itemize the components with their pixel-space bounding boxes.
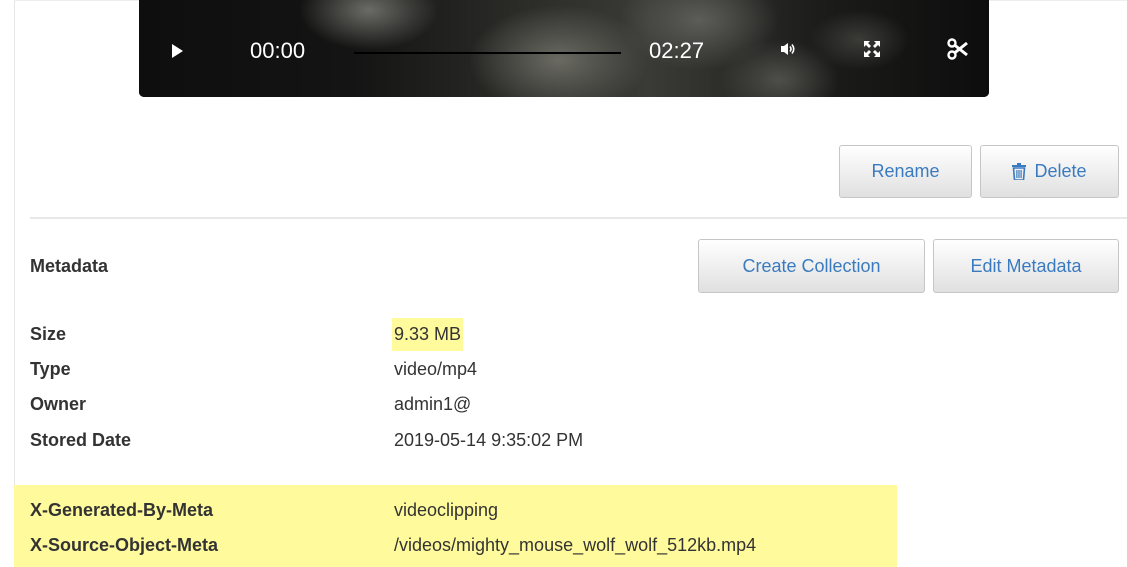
video-player[interactable]: 00:00 02:27 bbox=[139, 0, 989, 97]
metadata-value: video/mp4 bbox=[394, 359, 478, 379]
current-time: 00:00 bbox=[250, 38, 306, 63]
fullscreen-icon[interactable] bbox=[863, 40, 881, 58]
metadata-label: X-Generated-By-Meta bbox=[30, 500, 214, 520]
volume-icon[interactable] bbox=[779, 40, 797, 58]
metadata-row-source-object: X-Source-Object-Meta /videos/mighty_mous… bbox=[30, 529, 1030, 562]
edit-metadata-button[interactable]: Edit Metadata bbox=[933, 239, 1119, 293]
metadata-row-stored-date: Stored Date 2019-05-14 9:35:02 PM bbox=[30, 424, 1030, 457]
metadata-row-generated-by: X-Generated-By-Meta videoclipping bbox=[30, 494, 1030, 527]
metadata-value: videoclipping bbox=[394, 500, 499, 520]
delete-label: Delete bbox=[1034, 161, 1087, 181]
metadata-row-type: Type video/mp4 bbox=[30, 353, 1030, 386]
play-icon[interactable] bbox=[172, 44, 183, 58]
metadata-row-size: Size 9.33 MB bbox=[30, 318, 1030, 351]
create-collection-button[interactable]: Create Collection bbox=[698, 239, 925, 293]
metadata-value: 2019-05-14 9:35:02 PM bbox=[394, 430, 584, 450]
metadata-label: Stored Date bbox=[30, 430, 132, 450]
player-controls: 00:00 02:27 bbox=[139, 0, 989, 97]
metadata-row-owner: Owner admin1@ bbox=[30, 388, 1030, 421]
seek-bar[interactable] bbox=[354, 52, 621, 54]
section-divider bbox=[30, 217, 1127, 219]
metadata-label: Type bbox=[30, 359, 71, 379]
metadata-label: Size bbox=[30, 324, 67, 344]
trash-icon bbox=[1012, 163, 1027, 181]
metadata-label: Owner bbox=[30, 394, 87, 414]
metadata-label: X-Source-Object-Meta bbox=[30, 535, 219, 555]
rename-button[interactable]: Rename bbox=[839, 145, 972, 198]
metadata-value: 9.33 MB bbox=[392, 318, 464, 351]
metadata-heading: Metadata bbox=[30, 256, 109, 276]
metadata-value: admin1@ bbox=[394, 394, 472, 414]
metadata-value: /videos/mighty_mouse_wolf_wolf_512kb.mp4 bbox=[394, 535, 757, 555]
delete-button[interactable]: Delete bbox=[980, 145, 1119, 198]
total-time: 02:27 bbox=[649, 38, 705, 63]
panel-left-border bbox=[14, 0, 15, 567]
scissors-icon[interactable] bbox=[947, 38, 969, 60]
